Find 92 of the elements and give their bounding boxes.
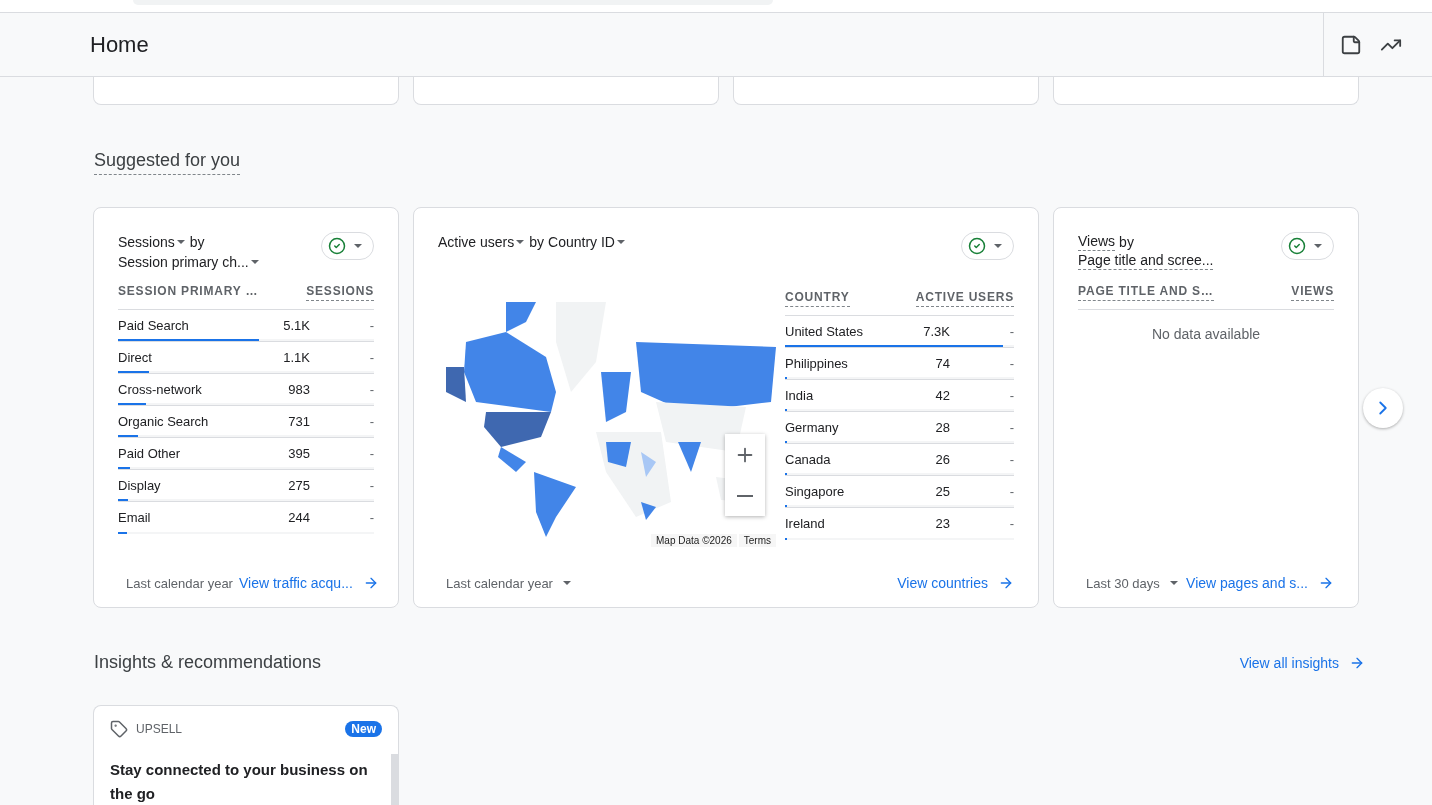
tag-icon — [110, 720, 128, 738]
insight-card[interactable]: UPSELL New Stay connected to your business on the go — [93, 705, 399, 805]
title-text: by — [529, 233, 545, 252]
view-link[interactable]: View countries — [897, 575, 1014, 591]
table-cell-text: Organic Search — [118, 414, 210, 429]
table-cell-text: - — [1008, 356, 1014, 371]
table-cell-text: Direct — [118, 350, 153, 365]
table-cell-text: 731 — [287, 414, 310, 429]
date-range-dropdown[interactable]: Last calendar year — [126, 575, 233, 591]
table-cell-text: - — [1008, 484, 1014, 499]
status-dropdown[interactable] — [961, 232, 1014, 260]
new-badge: New — [345, 721, 382, 737]
table-cell-text: 23 — [934, 516, 950, 531]
column-header[interactable]: VIEWS — [1291, 284, 1334, 301]
arrow-right-icon — [1318, 575, 1334, 591]
caret-icon — [993, 241, 1003, 251]
scrollbar[interactable] — [391, 754, 398, 805]
check-circle-icon — [1288, 237, 1306, 255]
table-cell-text: - — [1008, 452, 1014, 467]
date-range-dropdown[interactable]: Last calendar year — [446, 575, 572, 591]
table-cell-text: - — [1008, 420, 1014, 435]
section-title: Insights & recommendations — [94, 652, 322, 673]
section-title: Suggested for you — [94, 150, 241, 175]
column-header[interactable]: SESSION PRIMARY … — [118, 284, 259, 301]
table-cell-text: - — [368, 446, 374, 461]
terms-link[interactable]: Terms — [738, 534, 776, 547]
table-cell-text: - — [368, 350, 374, 365]
insight-title: Stay connected to your business on the go — [110, 760, 369, 804]
table-cell-text: 1.1K — [282, 350, 310, 365]
metric-selector[interactable]: Sessions — [118, 232, 175, 252]
table-cell-text: - — [368, 318, 374, 333]
caret-icon — [353, 241, 363, 251]
dimension-selector[interactable]: Session primary ch... — [118, 252, 249, 272]
caret-icon — [1313, 241, 1323, 251]
table-cell-text: United States — [785, 324, 865, 339]
table-cell-text: - — [368, 414, 374, 429]
table-cell-text: 244 — [287, 510, 310, 525]
column-header[interactable]: COUNTRY — [785, 290, 850, 307]
table-cell-text: - — [368, 382, 374, 397]
minus-icon — [737, 494, 753, 497]
table-cell-text: 28 — [934, 420, 950, 435]
table-cell-text: 983 — [287, 382, 310, 397]
column-header[interactable]: PAGE TITLE AND S… — [1078, 284, 1214, 301]
date-range-dropdown[interactable]: Last 30 days — [1086, 575, 1179, 591]
table-cell-text: 7.3K — [922, 324, 950, 339]
check-circle-icon — [328, 237, 346, 255]
page-title: Home — [90, 31, 150, 58]
table-cell-text: 275 — [287, 478, 310, 493]
table-cell-text: Canada — [785, 452, 832, 467]
dimension-selector[interactable]: Country ID — [548, 232, 615, 252]
metric-selector[interactable]: Active users — [438, 232, 515, 252]
table-cell-text: - — [1008, 516, 1014, 531]
title-text: by — [189, 233, 205, 252]
arrow-right-icon — [998, 575, 1014, 591]
table-cell-text: - — [368, 510, 374, 525]
table-cell-text: - — [368, 478, 374, 493]
column-header[interactable]: ACTIVE USERS — [915, 290, 1014, 307]
caret-icon — [1168, 578, 1179, 588]
zoom-in-button[interactable] — [725, 434, 765, 475]
table-cell-text: India — [785, 388, 815, 403]
table-cell-text: 25 — [934, 484, 950, 499]
metric-selector[interactable]: Views — [1078, 233, 1116, 251]
table-cell-text: Paid Other — [118, 446, 182, 461]
table-cell-text: Paid Search — [118, 318, 190, 333]
table-cell-text: - — [1008, 388, 1014, 403]
status-dropdown[interactable] — [1281, 232, 1334, 260]
table-cell-text: - — [1008, 324, 1014, 339]
table-cell-text: Singapore — [785, 484, 846, 499]
map-attribution: Map Data ©2026 — [651, 534, 737, 547]
table-cell-text: Cross-network — [118, 382, 203, 397]
empty-message: No data available — [1150, 326, 1262, 342]
table-cell-text: Philippines — [785, 356, 849, 371]
insight-category: UPSELL — [136, 722, 184, 736]
status-dropdown[interactable] — [321, 232, 374, 260]
view-link[interactable]: View traffic acqu... — [238, 575, 379, 591]
table-cell-text: Display — [118, 478, 162, 493]
table-cell-text: 74 — [934, 356, 950, 371]
view-link[interactable]: View pages and s... — [1186, 575, 1334, 591]
table-cell-text: Email — [118, 510, 152, 525]
table-cell-text: Ireland — [785, 516, 826, 531]
check-circle-icon — [968, 237, 986, 255]
column-header[interactable]: SESSIONS — [306, 284, 374, 301]
view-all-link[interactable]: View all insights — [1239, 654, 1365, 671]
table-cell-text: 42 — [934, 388, 950, 403]
table-cell-text: Germany — [785, 420, 840, 435]
note-icon[interactable] — [1340, 33, 1362, 56]
table-cell-text: 5.1K — [282, 318, 310, 333]
caret-icon — [561, 578, 572, 588]
table-cell-text: 395 — [287, 446, 310, 461]
dimension-selector[interactable]: Page title and scree... — [1078, 252, 1214, 270]
title-text: by — [1119, 233, 1134, 252]
table-cell-text: 26 — [934, 452, 950, 467]
